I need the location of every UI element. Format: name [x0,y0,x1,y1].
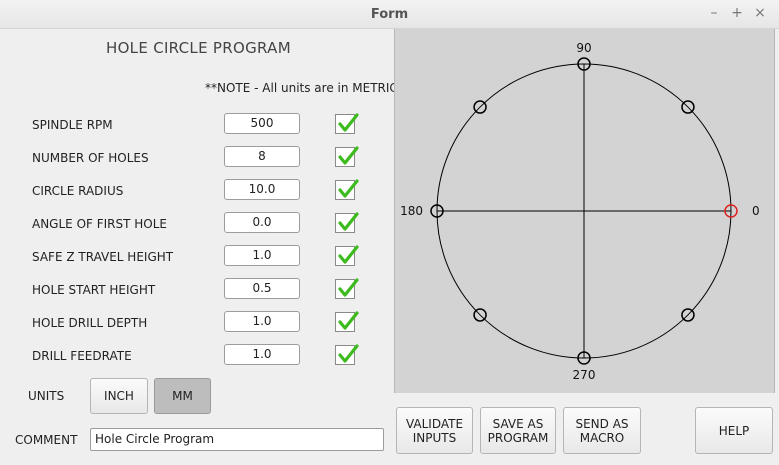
angle-label-180: 180 [400,204,423,218]
comment-field[interactable]: Hole Circle Program [90,428,384,451]
safe-z-height-valid-check [335,245,359,266]
checkmark-icon [338,344,359,363]
hole-drill-depth-valid-check [335,311,359,332]
close-icon[interactable]: × [752,5,768,21]
number-of-holes-field[interactable]: 8 [224,146,300,167]
angle-first-hole-field[interactable]: 0.0 [224,212,300,233]
number-of-holes-valid-check [335,146,359,167]
drill-feedrate-label: DRILL FEEDRATE [32,349,132,363]
inch-button[interactable]: INCH [90,378,148,414]
drill-feedrate-field[interactable]: 1.0 [224,344,300,365]
title-bar: Form – + × [0,0,779,29]
checkmark-icon [338,179,359,198]
hole-drill-depth-label: HOLE DRILL DEPTH [32,316,148,330]
hole-start-height-field[interactable]: 0.5 [224,278,300,299]
hole-pattern-preview: 90 180 0 270 [394,29,775,393]
checkmark-icon [338,113,359,132]
spindle-rpm-label: SPINDLE RPM [32,118,113,132]
safe-z-height-field[interactable]: 1.0 [224,245,300,266]
hole-pattern-svg: 90 180 0 270 [400,41,760,382]
circle-radius-valid-check [335,179,359,200]
angle-first-hole-valid-check [335,212,359,233]
drill-feedrate-valid-check [335,344,359,365]
hole-start-height-label: HOLE START HEIGHT [32,283,156,297]
save-as-program-button[interactable]: SAVE AS PROGRAM [480,407,556,454]
maximize-icon[interactable]: + [729,5,745,21]
minimize-icon[interactable]: – [706,5,722,21]
window-title: Form [370,7,409,22]
angle-first-hole-label: ANGLE OF FIRST HOLE [32,217,168,231]
comment-label: COMMENT [15,433,78,447]
help-button[interactable]: HELP [695,407,773,454]
spindle-rpm-field[interactable]: 500 [224,113,300,134]
angle-label-270: 270 [573,368,596,382]
checkmark-icon [338,245,359,264]
hole-drill-depth-field[interactable]: 1.0 [224,311,300,332]
checkmark-icon [338,278,359,297]
hole-start-height-valid-check [335,278,359,299]
circle-radius-field[interactable]: 10.0 [224,179,300,200]
validate-inputs-button[interactable]: VALIDATE INPUTS [396,407,473,454]
angle-label-90: 90 [576,41,591,55]
mm-button[interactable]: MM [154,378,211,414]
send-as-macro-button[interactable]: SEND AS MACRO [563,407,641,454]
checkmark-icon [338,146,359,165]
page-title: HOLE CIRCLE PROGRAM [106,39,291,57]
metric-note: **NOTE - All units are in METRIC [205,81,398,95]
circle-radius-label: CIRCLE RADIUS [32,184,124,198]
safe-z-height-label: SAFE Z TRAVEL HEIGHT [32,250,174,264]
checkmark-icon [338,311,359,330]
units-label: UNITS [28,389,65,403]
checkmark-icon [338,212,359,231]
number-of-holes-label: NUMBER OF HOLES [32,151,149,165]
spindle-rpm-valid-check [335,113,359,134]
form-window: Form – + × HOLE CIRCLE PROGRAM **NOTE - … [0,0,779,465]
angle-label-0: 0 [752,204,760,218]
